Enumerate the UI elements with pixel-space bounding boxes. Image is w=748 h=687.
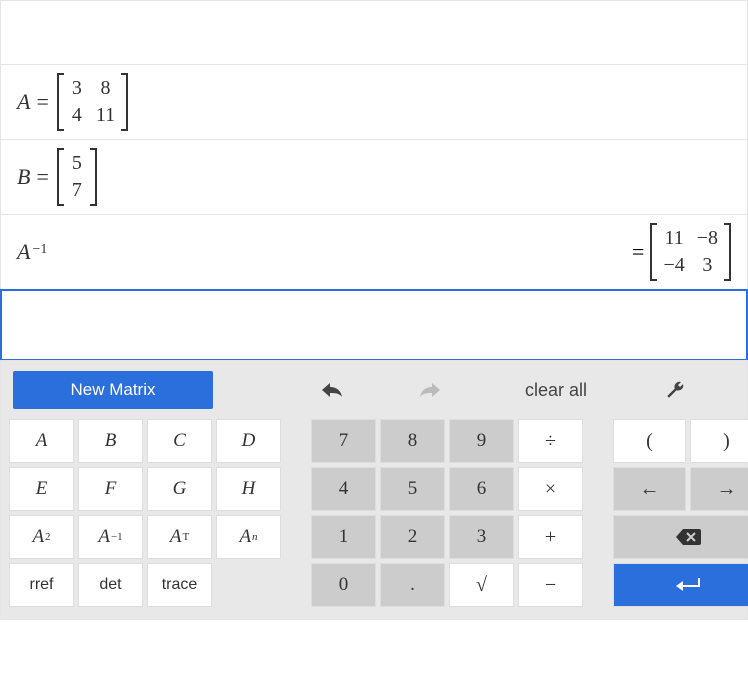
key-var-g[interactable]: G: [147, 467, 212, 511]
key-3[interactable]: 3: [449, 515, 514, 559]
redo-icon: [419, 381, 443, 399]
key-a-squared[interactable]: A2: [9, 515, 74, 559]
key-2[interactable]: 2: [380, 515, 445, 559]
keypad-toolbar: New Matrix clear all: [9, 371, 739, 409]
backspace-icon: [675, 528, 701, 546]
key-backspace[interactable]: [613, 515, 748, 559]
expression-b: B = 5 7: [17, 148, 97, 206]
key-cursor-left[interactable]: ←: [613, 467, 686, 511]
key-7[interactable]: 7: [311, 419, 376, 463]
key-var-f[interactable]: F: [78, 467, 143, 511]
key-var-c[interactable]: C: [147, 419, 212, 463]
undo-button[interactable]: [281, 371, 381, 409]
key-5[interactable]: 5: [380, 467, 445, 511]
key-var-a[interactable]: A: [9, 419, 74, 463]
key-minus[interactable]: −: [518, 563, 583, 607]
key-divide[interactable]: ÷: [518, 419, 583, 463]
key-var-d[interactable]: D: [216, 419, 281, 463]
key-trace[interactable]: trace: [147, 563, 212, 607]
key-9[interactable]: 9: [449, 419, 514, 463]
key-var-b[interactable]: B: [78, 419, 143, 463]
key-dot[interactable]: .: [380, 563, 445, 607]
expression-list: A = 3 8 4 11 B = 5 7: [0, 0, 748, 361]
matrix-b: 5 7: [57, 148, 97, 206]
key-a-power-n[interactable]: An: [216, 515, 281, 559]
expression-row-b[interactable]: B = 5 7: [1, 140, 747, 215]
key-6[interactable]: 6: [449, 467, 514, 511]
active-input-row[interactable]: [0, 289, 748, 361]
result-ainv: = 11 −8 −4 3: [632, 223, 731, 281]
enter-icon: [673, 576, 703, 594]
key-a-inverse[interactable]: A−1: [78, 515, 143, 559]
key-det[interactable]: det: [78, 563, 143, 607]
equals-sign: =: [632, 239, 644, 265]
equals-sign: =: [36, 164, 48, 190]
key-cursor-right[interactable]: →: [690, 467, 748, 511]
number-keys: 7 8 9 ÷ 4 5 6 × 1 2 3 + 0 . √ −: [311, 419, 583, 607]
key-var-e[interactable]: E: [9, 467, 74, 511]
expression-row-empty[interactable]: [1, 1, 747, 65]
expression-row-ainv[interactable]: A−1 = 11 −8 −4 3: [1, 215, 747, 290]
variable-keys: A B C D E F G H A2 A−1 AT An rref det tr…: [9, 419, 281, 607]
key-8[interactable]: 8: [380, 419, 445, 463]
clear-all-button[interactable]: clear all: [481, 379, 631, 402]
control-keys: ( ) ← →: [613, 419, 748, 607]
expression-ainv: A−1: [17, 239, 47, 265]
key-paren-left[interactable]: (: [613, 419, 686, 463]
wrench-icon: [665, 380, 685, 400]
key-area: A B C D E F G H A2 A−1 AT An rref det tr…: [9, 419, 739, 607]
expression-a: A = 3 8 4 11: [17, 73, 128, 131]
matrix-a: 3 8 4 11: [57, 73, 128, 131]
keypad-panel: New Matrix clear all A B C D E F G H A2 …: [0, 360, 748, 620]
key-0[interactable]: 0: [311, 563, 376, 607]
expression-row-a[interactable]: A = 3 8 4 11: [1, 65, 747, 140]
redo-button[interactable]: [381, 371, 481, 409]
var-a: A: [17, 89, 30, 115]
key-var-h[interactable]: H: [216, 467, 281, 511]
key-paren-right[interactable]: ): [690, 419, 748, 463]
key-sqrt[interactable]: √: [449, 563, 514, 607]
exponent-neg1: −1: [32, 242, 47, 258]
key-a-transpose[interactable]: AT: [147, 515, 212, 559]
undo-icon: [319, 381, 343, 399]
new-matrix-button[interactable]: New Matrix: [13, 371, 213, 409]
equals-sign: =: [36, 89, 48, 115]
matrix-ainv-result: 11 −8 −4 3: [650, 223, 731, 281]
key-multiply[interactable]: ×: [518, 467, 583, 511]
key-plus[interactable]: +: [518, 515, 583, 559]
key-1[interactable]: 1: [311, 515, 376, 559]
key-enter[interactable]: [613, 563, 748, 607]
key-rref[interactable]: rref: [9, 563, 74, 607]
var-b: B: [17, 164, 30, 190]
var-a-inv: A: [17, 239, 30, 265]
settings-button[interactable]: [631, 371, 739, 409]
key-4[interactable]: 4: [311, 467, 376, 511]
